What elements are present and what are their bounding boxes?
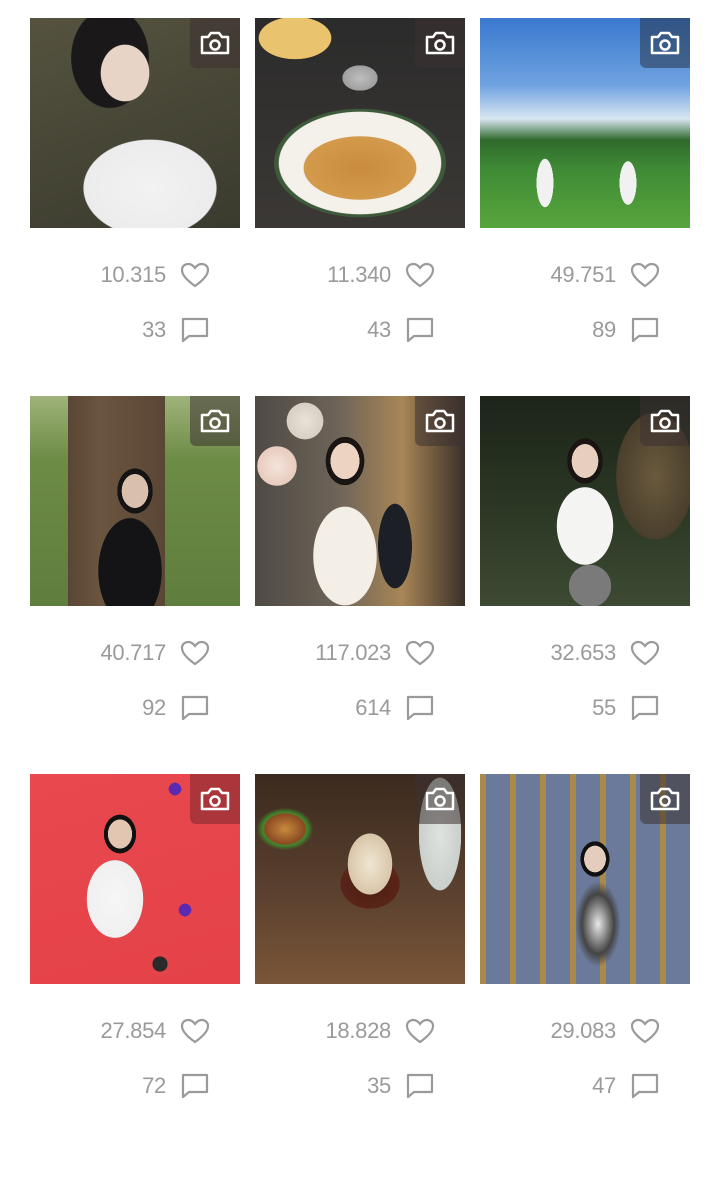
post-card[interactable] <box>255 774 465 984</box>
post-thumbnail[interactable] <box>30 774 240 984</box>
post-thumbnail[interactable] <box>480 396 690 606</box>
comments-count: 33 <box>142 317 166 342</box>
likes-stat: 18.828 <box>255 1018 435 1044</box>
post-thumbnail[interactable] <box>255 396 465 606</box>
camera-badge <box>415 774 465 824</box>
comment-icon[interactable] <box>630 694 660 722</box>
likes-stat: 32.653 <box>480 640 660 666</box>
comments-count: 72 <box>142 1073 166 1098</box>
comments-count: 35 <box>367 1073 391 1098</box>
post-card[interactable] <box>30 18 240 228</box>
likes-count: 49.751 <box>550 262 617 287</box>
comments-stat: 89 <box>480 316 660 344</box>
likes-count: 29.083 <box>550 1018 617 1043</box>
comments-stat: 43 <box>255 316 435 344</box>
likes-count: 10.315 <box>100 262 167 287</box>
camera-badge <box>640 774 690 824</box>
heart-icon[interactable] <box>405 640 435 666</box>
heart-icon[interactable] <box>180 1018 210 1044</box>
post-thumbnail[interactable] <box>30 396 240 606</box>
heart-icon[interactable] <box>180 262 210 288</box>
comments-count: 47 <box>592 1073 616 1098</box>
camera-badge <box>640 396 690 446</box>
comment-icon[interactable] <box>180 316 210 344</box>
post-thumbnail[interactable] <box>30 18 240 228</box>
camera-icon <box>200 787 230 811</box>
post-thumbnail[interactable] <box>255 18 465 228</box>
likes-stat: 27.854 <box>30 1018 210 1044</box>
likes-count: 32.653 <box>550 640 617 665</box>
comment-icon[interactable] <box>180 1072 210 1100</box>
heart-icon[interactable] <box>405 1018 435 1044</box>
comments-stat: 47 <box>480 1072 660 1100</box>
comments-stat: 35 <box>255 1072 435 1100</box>
likes-count: 40.717 <box>100 640 167 665</box>
comment-icon[interactable] <box>405 316 435 344</box>
camera-icon <box>200 409 230 433</box>
comments-count: 614 <box>355 695 391 720</box>
comments-count: 43 <box>367 317 391 342</box>
camera-badge <box>640 18 690 68</box>
comment-icon[interactable] <box>180 694 210 722</box>
camera-icon <box>425 31 455 55</box>
heart-icon[interactable] <box>405 262 435 288</box>
photo-grid: 10.315 33 11.340 43 49.751 89 40.717 92 … <box>0 0 728 1200</box>
camera-icon <box>650 787 680 811</box>
camera-icon <box>425 409 455 433</box>
comments-stat: 33 <box>30 316 210 344</box>
comments-stat: 92 <box>30 694 210 722</box>
camera-icon <box>200 31 230 55</box>
post-card[interactable] <box>480 396 690 606</box>
likes-count: 11.340 <box>327 262 391 287</box>
camera-badge <box>415 18 465 68</box>
camera-badge <box>415 396 465 446</box>
post-card[interactable] <box>255 18 465 228</box>
heart-icon[interactable] <box>630 640 660 666</box>
camera-icon <box>425 787 455 811</box>
likes-count: 18.828 <box>325 1018 392 1043</box>
comments-stat: 72 <box>30 1072 210 1100</box>
post-thumbnail[interactable] <box>255 774 465 984</box>
camera-icon <box>650 409 680 433</box>
post-card[interactable] <box>30 396 240 606</box>
comment-icon[interactable] <box>405 1072 435 1100</box>
likes-count: 117.023 <box>315 640 391 665</box>
camera-badge <box>190 774 240 824</box>
comments-count: 55 <box>592 695 616 720</box>
camera-badge <box>190 18 240 68</box>
camera-badge <box>190 396 240 446</box>
likes-stat: 49.751 <box>480 262 660 288</box>
camera-icon <box>650 31 680 55</box>
likes-stat: 29.083 <box>480 1018 660 1044</box>
post-card[interactable] <box>255 396 465 606</box>
comment-icon[interactable] <box>630 316 660 344</box>
comment-icon[interactable] <box>630 1072 660 1100</box>
post-card[interactable] <box>30 774 240 984</box>
comment-icon[interactable] <box>405 694 435 722</box>
post-card[interactable] <box>480 774 690 984</box>
heart-icon[interactable] <box>180 640 210 666</box>
post-card[interactable] <box>480 18 690 228</box>
comments-stat: 55 <box>480 694 660 722</box>
likes-count: 27.854 <box>100 1018 167 1043</box>
likes-stat: 11.340 <box>255 262 435 288</box>
likes-stat: 117.023 <box>255 640 435 666</box>
post-thumbnail[interactable] <box>480 18 690 228</box>
comments-stat: 614 <box>255 694 435 722</box>
likes-stat: 10.315 <box>30 262 210 288</box>
comments-count: 92 <box>142 695 166 720</box>
heart-icon[interactable] <box>630 1018 660 1044</box>
comments-count: 89 <box>592 317 616 342</box>
likes-stat: 40.717 <box>30 640 210 666</box>
heart-icon[interactable] <box>630 262 660 288</box>
post-thumbnail[interactable] <box>480 774 690 984</box>
